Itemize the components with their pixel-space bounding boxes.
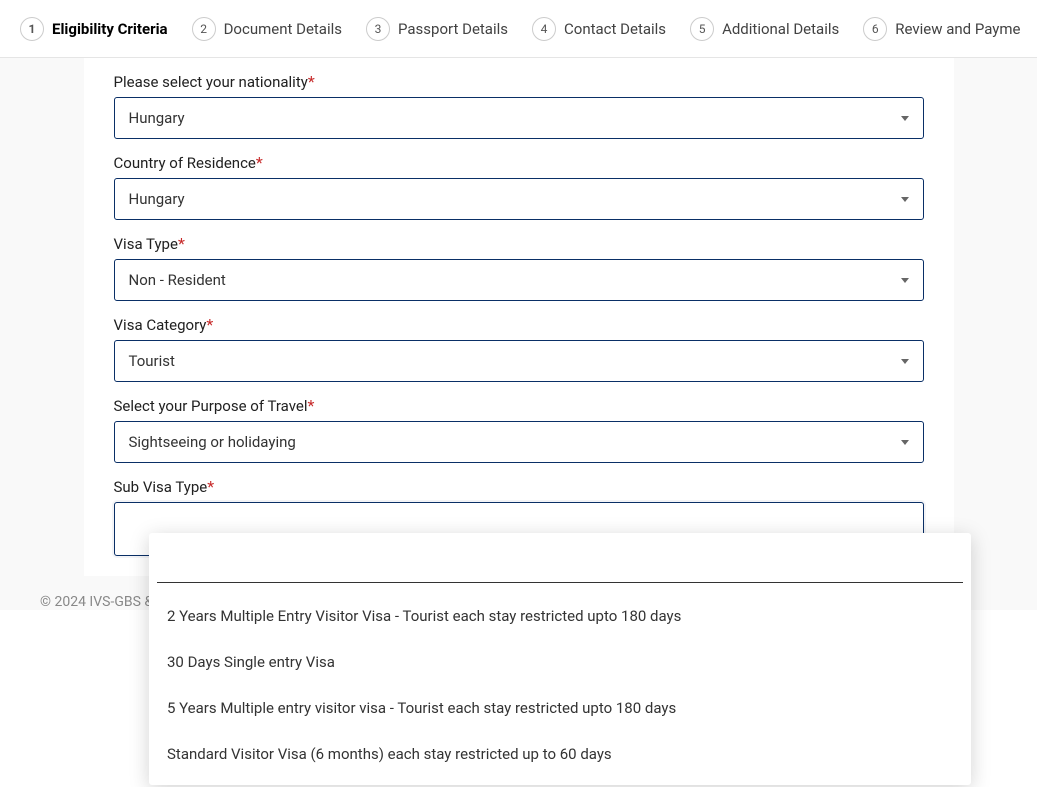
tab-label: Additional Details	[722, 20, 839, 38]
chevron-down-icon	[901, 278, 909, 283]
label-text: Select your Purpose of Travel	[114, 397, 308, 415]
label-residence: Country of Residence*	[114, 153, 263, 172]
required-marker: *	[256, 153, 263, 172]
tab-review-payment[interactable]: 6 Review and Payme	[851, 0, 1032, 57]
select-visa-category[interactable]: Tourist	[114, 340, 924, 382]
chevron-down-icon	[901, 359, 909, 364]
field-visa-category: Visa Category* Tourist	[114, 301, 924, 382]
dropdown-option-blank[interactable]	[157, 541, 963, 583]
tab-label: Passport Details	[398, 20, 508, 38]
tab-eligibility-criteria[interactable]: 1 Eligibility Criteria	[8, 0, 180, 57]
field-purpose: Select your Purpose of Travel* Sightseei…	[114, 382, 924, 463]
field-nationality: Please select your nationality* Hungary	[114, 58, 924, 139]
label-visa-type: Visa Type*	[114, 234, 185, 253]
progress-tabs: 1 Eligibility Criteria 2 Document Detail…	[0, 0, 1037, 58]
select-purpose[interactable]: Sightseeing or holidaying	[114, 421, 924, 463]
label-text: Sub Visa Type	[114, 478, 208, 496]
select-value: Non - Resident	[129, 271, 901, 289]
field-residence: Country of Residence* Hungary	[114, 139, 924, 220]
step-number: 5	[690, 17, 714, 41]
dropdown-sub-visa-type: 2 Years Multiple Entry Visitor Visa - To…	[149, 533, 971, 785]
tab-label: Eligibility Criteria	[52, 20, 168, 38]
step-number: 2	[192, 17, 216, 41]
select-residence[interactable]: Hungary	[114, 178, 924, 220]
label-nationality: Please select your nationality*	[114, 72, 315, 91]
label-visa-category: Visa Category*	[114, 315, 214, 334]
required-marker: *	[207, 477, 214, 496]
dropdown-option[interactable]: 2 Years Multiple Entry Visitor Visa - To…	[149, 593, 971, 639]
tab-label: Document Details	[224, 20, 342, 38]
select-value: Hungary	[129, 190, 901, 208]
dropdown-option[interactable]: Standard Visitor Visa (6 months) each st…	[149, 731, 971, 777]
required-marker: *	[206, 315, 213, 334]
select-value: Hungary	[129, 109, 901, 127]
dropdown-option[interactable]: 30 Days Single entry Visa	[149, 639, 971, 685]
label-text: Please select your nationality	[114, 73, 308, 91]
label-text: Country of Residence	[114, 154, 256, 172]
required-marker: *	[307, 396, 314, 415]
step-number: 6	[863, 17, 887, 41]
step-number: 3	[366, 17, 390, 41]
label-text: Visa Category	[114, 316, 207, 334]
field-visa-type: Visa Type* Non - Resident	[114, 220, 924, 301]
chevron-down-icon	[901, 440, 909, 445]
select-nationality[interactable]: Hungary	[114, 97, 924, 139]
label-sub-visa-type: Sub Visa Type*	[114, 477, 215, 496]
tab-label: Review and Payme	[895, 20, 1020, 38]
label-purpose: Select your Purpose of Travel*	[114, 396, 315, 415]
label-text: Visa Type	[114, 235, 178, 253]
eligibility-form: Please select your nationality* Hungary …	[84, 58, 954, 576]
step-number: 1	[20, 17, 44, 41]
chevron-down-icon	[901, 116, 909, 121]
step-number: 4	[532, 17, 556, 41]
tab-passport-details[interactable]: 3 Passport Details	[354, 0, 520, 57]
tab-label: Contact Details	[564, 20, 666, 38]
tab-additional-details[interactable]: 5 Additional Details	[678, 0, 851, 57]
select-value: Tourist	[129, 352, 901, 370]
select-value: Sightseeing or holidaying	[129, 433, 901, 451]
required-marker: *	[178, 234, 185, 253]
chevron-down-icon	[901, 197, 909, 202]
form-background: Please select your nationality* Hungary …	[0, 58, 1037, 610]
required-marker: *	[308, 72, 315, 91]
tab-contact-details[interactable]: 4 Contact Details	[520, 0, 678, 57]
tab-document-details[interactable]: 2 Document Details	[180, 0, 354, 57]
dropdown-option[interactable]: 5 Years Multiple entry visitor visa - To…	[149, 685, 971, 731]
select-visa-type[interactable]: Non - Resident	[114, 259, 924, 301]
